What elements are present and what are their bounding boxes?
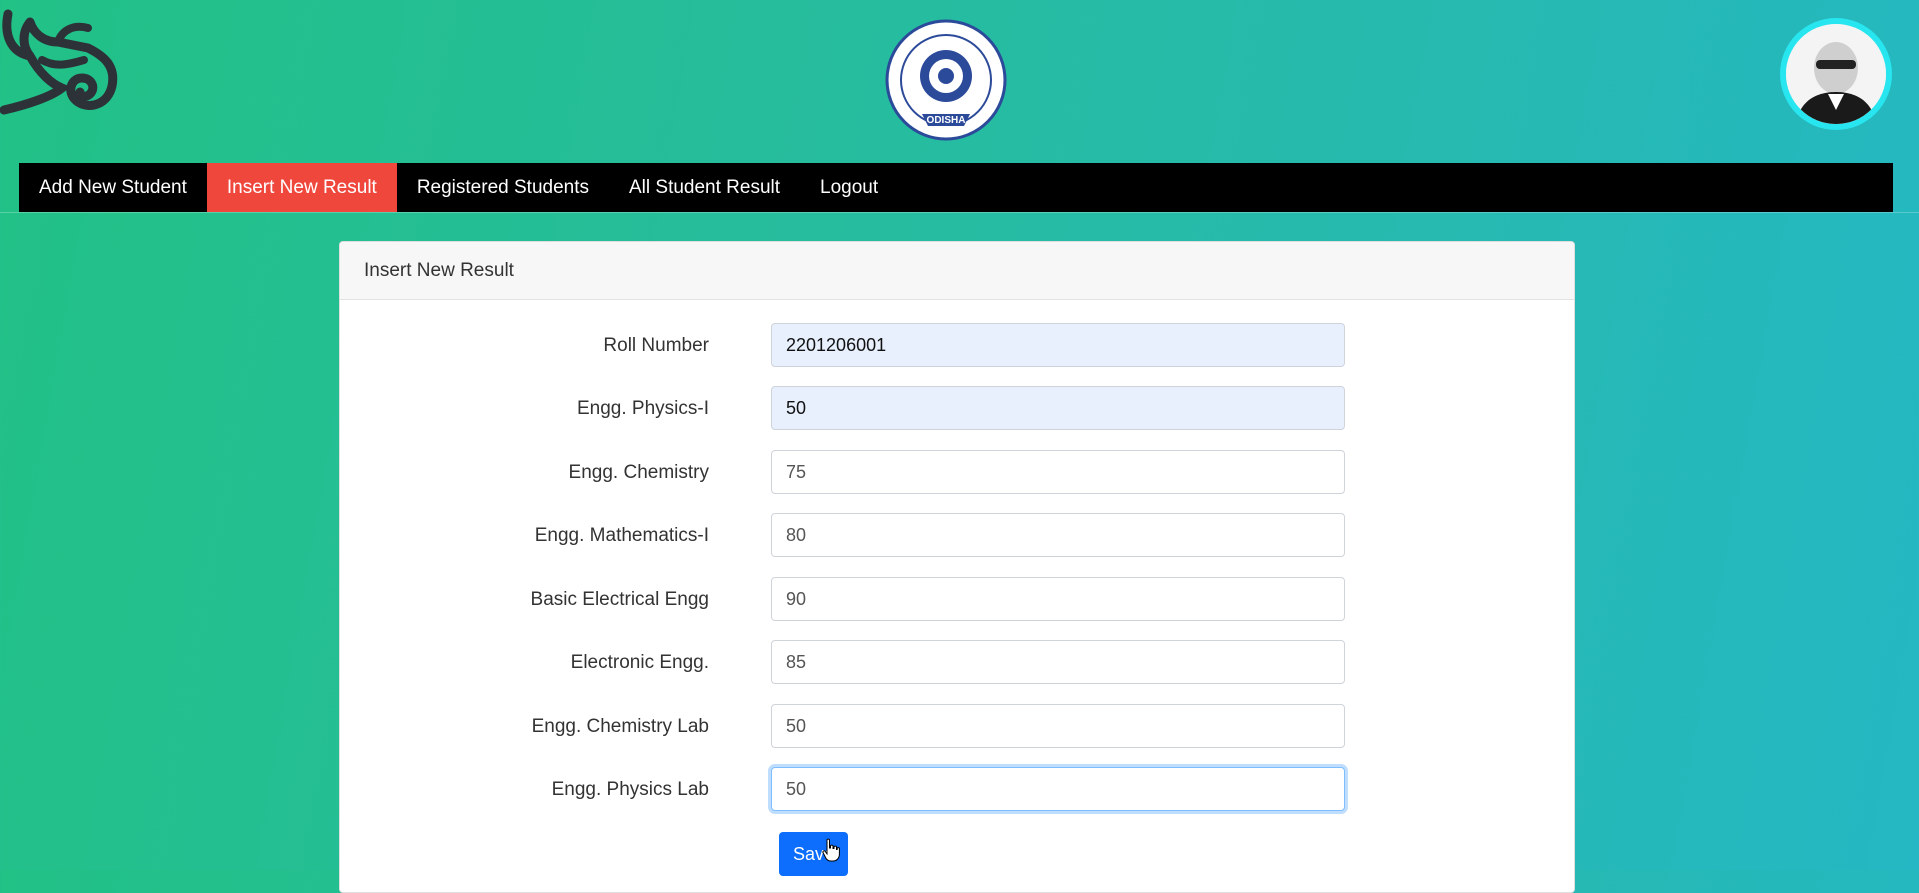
- nav-insert-new-result[interactable]: Insert New Result: [206, 163, 397, 212]
- form-row-chemistry: Engg. Chemistry: [340, 450, 1574, 496]
- nav-item-label: Registered Students: [416, 176, 589, 198]
- save-button[interactable]: Save: [779, 832, 848, 876]
- chemistry-label: Engg. Chemistry: [568, 462, 709, 483]
- mathematics-input[interactable]: [771, 513, 1345, 557]
- main-navbar: Add New Student Insert New Result Regist…: [19, 163, 1893, 212]
- electronic-input[interactable]: [771, 640, 1345, 684]
- nav-item-label: Add New Student: [39, 176, 187, 198]
- physics-lab-input[interactable]: [771, 767, 1345, 811]
- card-header: Insert New Result: [340, 242, 1574, 300]
- physics-label: Engg. Physics-I: [577, 398, 709, 419]
- electrical-input[interactable]: [771, 577, 1345, 621]
- profile-portrait: [1786, 24, 1886, 124]
- nav-registered-students[interactable]: Registered Students: [397, 163, 609, 212]
- nav-item-label: Logout: [820, 176, 879, 198]
- electrical-label: Basic Electrical Engg: [530, 589, 709, 610]
- form-row-mathematics: Engg. Mathematics-I: [340, 513, 1574, 559]
- mathematics-label: Engg. Mathematics-I: [534, 525, 709, 546]
- physics-lab-label: Engg. Physics Lab: [551, 779, 709, 800]
- nav-item-label: All Student Result: [629, 176, 781, 198]
- university-seal-logo: ODISHA: [885, 19, 1007, 141]
- insert-result-card: Insert New Result Roll Number Engg. Phys…: [339, 241, 1575, 893]
- form-row-roll-number: Roll Number: [340, 323, 1574, 369]
- header: ODISHA: [0, 0, 1919, 163]
- divider: [0, 212, 1919, 213]
- form-row-electronic: Electronic Engg.: [340, 640, 1574, 686]
- lotus-emblem-icon: [0, 9, 118, 115]
- page: ODISHA Add New Student Insert New Result…: [0, 0, 1919, 893]
- card-title: Insert New Result: [364, 259, 514, 281]
- form-row-physics-lab: Engg. Physics Lab: [340, 767, 1574, 813]
- electronic-label: Electronic Engg.: [570, 652, 709, 673]
- avatar: [1780, 18, 1892, 130]
- roll-number-input[interactable]: [771, 323, 1345, 367]
- chemistry-input[interactable]: [771, 450, 1345, 494]
- nav-logout[interactable]: Logout: [800, 163, 898, 212]
- roll-number-label: Roll Number: [603, 335, 709, 356]
- chemistry-lab-input[interactable]: [771, 704, 1345, 748]
- physics-input[interactable]: [771, 386, 1345, 430]
- nav-add-new-student[interactable]: Add New Student: [19, 163, 207, 212]
- form-row-electrical: Basic Electrical Engg: [340, 577, 1574, 623]
- form-row-chemistry-lab: Engg. Chemistry Lab: [340, 704, 1574, 750]
- nav-all-student-result[interactable]: All Student Result: [609, 163, 800, 212]
- svg-text:ODISHA: ODISHA: [927, 115, 966, 126]
- nav-item-label: Insert New Result: [226, 176, 377, 198]
- chemistry-lab-label: Engg. Chemistry Lab: [531, 716, 709, 737]
- form-row-physics: Engg. Physics-I: [340, 386, 1574, 432]
